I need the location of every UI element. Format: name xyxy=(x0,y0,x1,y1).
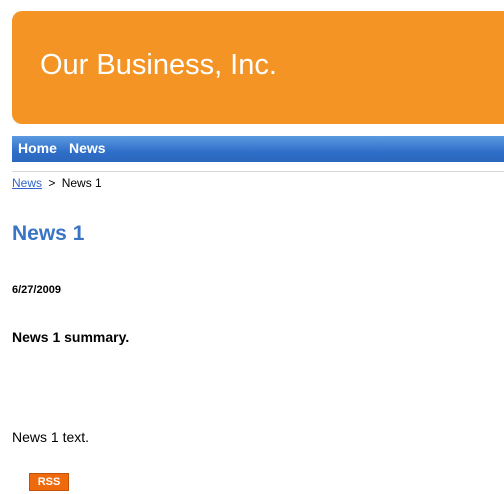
breadcrumb-news-link[interactable]: News xyxy=(12,176,42,190)
page: Our Business, Inc. Home News News > News… xyxy=(0,0,504,494)
nav-item-home[interactable]: Home xyxy=(18,141,57,155)
article-date: 6/27/2009 xyxy=(12,284,61,296)
nav-bar: Home News xyxy=(12,136,504,162)
breadcrumb-separator: > xyxy=(48,176,56,190)
site-header: Our Business, Inc. xyxy=(12,11,504,124)
rss-feed-button[interactable]: RSS xyxy=(29,473,69,491)
divider xyxy=(12,171,504,172)
article-title: News 1 xyxy=(12,222,85,245)
nav-item-news[interactable]: News xyxy=(69,141,106,155)
breadcrumb: News > News 1 xyxy=(12,177,102,189)
article-body: News 1 text. xyxy=(12,429,90,445)
article-summary: News 1 summary. xyxy=(12,329,130,345)
site-title: Our Business, Inc. xyxy=(40,49,277,81)
breadcrumb-current: News 1 xyxy=(61,176,102,190)
